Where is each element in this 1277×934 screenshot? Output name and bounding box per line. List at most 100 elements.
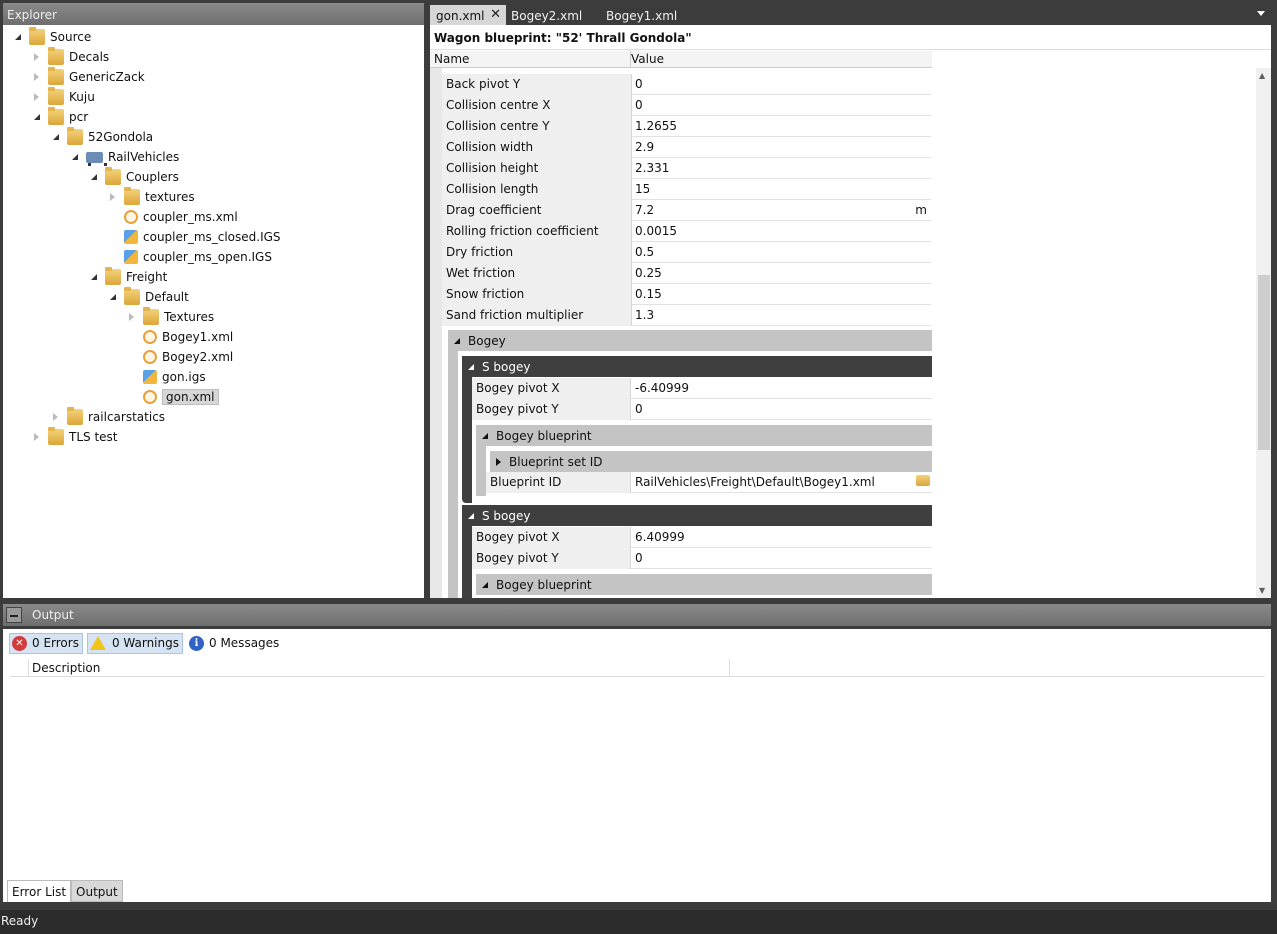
tree-pcr[interactable]: pcr [32, 107, 88, 127]
tree-gon-xml[interactable]: gon.xml [127, 387, 219, 407]
collapse-arrow-icon[interactable] [89, 273, 98, 282]
tree-railcarstatics[interactable]: railcarstatics [51, 407, 165, 427]
tab-dropdown-icon[interactable] [1257, 11, 1265, 16]
vertical-scrollbar[interactable]: ▲ ▼ [1256, 68, 1271, 598]
collapse-arrow-icon[interactable] [32, 113, 41, 122]
s-bogey-1-pivot-y-row[interactable]: Bogey pivot Y 0 [472, 399, 932, 420]
tree-couplers[interactable]: Couplers [89, 167, 179, 187]
tab-bogey2-xml[interactable]: Bogey2.xml [505, 5, 588, 25]
s-bogey-2-header[interactable]: S bogey [462, 505, 932, 526]
tree-item-label: gon.igs [162, 370, 206, 384]
property-value[interactable]: -6.40999 [635, 381, 689, 395]
property-value[interactable]: 0 [635, 77, 643, 91]
property-row[interactable]: Collision centre X 0 [442, 95, 931, 116]
property-row[interactable]: Snow friction 0.15 [442, 284, 931, 305]
property-value[interactable]: RailVehicles\Freight\Default\Bogey1.xml [635, 475, 875, 489]
tree-textures[interactable]: Textures [127, 307, 214, 327]
property-value[interactable]: 1.3 [635, 308, 654, 322]
property-row[interactable]: Collision width 2.9 [442, 137, 931, 158]
expand-arrow-icon[interactable] [32, 73, 41, 82]
collapse-arrow-icon[interactable] [13, 33, 22, 42]
property-row[interactable]: Collision centre Y 1.2655 [442, 116, 931, 137]
tree-tls-test[interactable]: TLS test [32, 427, 118, 447]
tree-decals[interactable]: Decals [32, 47, 109, 67]
s-bogey-1-pivot-x-row[interactable]: Bogey pivot X -6.40999 [472, 378, 932, 399]
tab-error-list[interactable]: Error List [7, 880, 72, 902]
blueprint-id-row[interactable]: Blueprint ID RailVehicles\Freight\Defaul… [486, 472, 932, 493]
property-row[interactable]: Rolling friction coefficient 0.0015 [442, 221, 931, 242]
icon-column-header[interactable] [10, 659, 29, 677]
s-bogey-2-pivot-y-row[interactable]: Bogey pivot Y 0 [472, 548, 932, 569]
expand-arrow-icon[interactable] [32, 53, 41, 62]
property-row[interactable]: Wet friction 0.25 [442, 263, 931, 284]
property-value[interactable]: 0.25 [635, 266, 662, 280]
tab-gon-xml[interactable]: gon.xml ✕ [430, 5, 506, 25]
collapse-arrow-icon[interactable] [70, 153, 79, 162]
tab-output[interactable]: Output [71, 880, 123, 902]
tree-freight[interactable]: Freight [89, 267, 167, 287]
s-bogey-2-pivot-x-row[interactable]: Bogey pivot X 6.40999 [472, 527, 932, 548]
property-name: Sand friction multiplier [446, 308, 584, 322]
messages-filter-button[interactable]: i 0 Messages [187, 633, 282, 654]
expand-arrow-icon[interactable] [32, 93, 41, 102]
property-row[interactable]: Collision length 15 [442, 179, 931, 200]
property-value[interactable]: 0 [635, 98, 643, 112]
collapse-arrow-icon[interactable] [89, 173, 98, 182]
property-value[interactable]: 6.40999 [635, 530, 685, 544]
property-row[interactable]: Dry friction 0.5 [442, 242, 931, 263]
property-value[interactable]: 0 [635, 402, 643, 416]
scrollbar-thumb[interactable] [1258, 275, 1270, 450]
close-tab-icon[interactable]: ✕ [490, 7, 501, 22]
browse-folder-icon[interactable] [916, 475, 930, 486]
property-value[interactable]: 2.9 [635, 140, 654, 154]
property-value[interactable]: 0.5 [635, 245, 654, 259]
tree-bogey1-xml[interactable]: Bogey1.xml [127, 327, 233, 347]
tree-source[interactable]: Source [13, 27, 91, 47]
tree-52gondola[interactable]: 52Gondola [51, 127, 153, 147]
warnings-filter-button[interactable]: 0 Warnings [86, 632, 183, 654]
property-value[interactable]: 0 [635, 551, 643, 565]
tree-default[interactable]: Default [108, 287, 189, 307]
description-column-header[interactable]: Description [32, 661, 100, 675]
collapse-arrow-icon[interactable] [51, 133, 60, 142]
property-value[interactable]: 7.2 [635, 203, 654, 217]
expand-arrow-icon[interactable] [51, 413, 60, 422]
tree-gon-igs[interactable]: gon.igs [127, 367, 206, 387]
blueprint-set-id-header[interactable]: Blueprint set ID [490, 451, 932, 472]
tree-bogey2-xml[interactable]: Bogey2.xml [127, 347, 233, 367]
tree-coupler-ms-open-igs[interactable]: coupler_ms_open.IGS [108, 247, 272, 267]
bogey-blueprint-2-header[interactable]: Bogey blueprint [476, 574, 932, 595]
property-row[interactable]: Sand friction multiplier 1.3 [442, 305, 931, 326]
property-value[interactable]: 15 [635, 182, 650, 196]
folder-icon [143, 307, 159, 325]
property-row[interactable]: Back pivot Y 0 [442, 74, 931, 95]
property-value[interactable]: 1.2655 [635, 119, 677, 133]
tree-kuju[interactable]: Kuju [32, 87, 95, 107]
tree-genericzack[interactable]: GenericZack [32, 67, 145, 87]
tree-railvehicles[interactable]: RailVehicles [70, 147, 179, 167]
s-bogey-1-header[interactable]: S bogey [462, 356, 932, 377]
property-row[interactable]: Collision height 2.331 [442, 158, 931, 179]
s-bogey-2-label: S bogey [482, 508, 531, 523]
tree-textures-lower[interactable]: textures [108, 187, 195, 207]
bogey-section-header[interactable]: Bogey [448, 330, 932, 351]
expand-arrow-icon[interactable] [32, 433, 41, 442]
bogey-blueprint-1-header[interactable]: Bogey blueprint [476, 425, 932, 446]
tree-coupler-ms-xml[interactable]: coupler_ms.xml [108, 207, 238, 227]
property-value[interactable]: 2.331 [635, 161, 669, 175]
minimize-icon[interactable] [6, 607, 22, 623]
explorer-tree: Source Decals GenericZack Kuju pcr 52Gondola R… [3, 27, 424, 598]
property-value[interactable]: 0.15 [635, 287, 662, 301]
expand-arrow-icon[interactable] [127, 313, 136, 322]
scroll-up-icon[interactable]: ▲ [1259, 71, 1265, 80]
property-value[interactable]: 0.0015 [635, 224, 677, 238]
expand-arrow-icon[interactable] [108, 193, 117, 202]
collapse-arrow-icon[interactable] [108, 293, 117, 302]
property-name: Snow friction [446, 287, 525, 301]
tab-bogey1-xml[interactable]: Bogey1.xml [600, 5, 683, 25]
tree-item-label: coupler_ms.xml [143, 210, 238, 224]
property-row[interactable]: Drag coefficient 7.2 m [442, 200, 931, 221]
tree-coupler-ms-closed-igs[interactable]: coupler_ms_closed.IGS [108, 227, 281, 247]
scroll-down-icon[interactable]: ▼ [1259, 586, 1265, 595]
errors-filter-button[interactable]: ✕ 0 Errors [9, 632, 83, 654]
